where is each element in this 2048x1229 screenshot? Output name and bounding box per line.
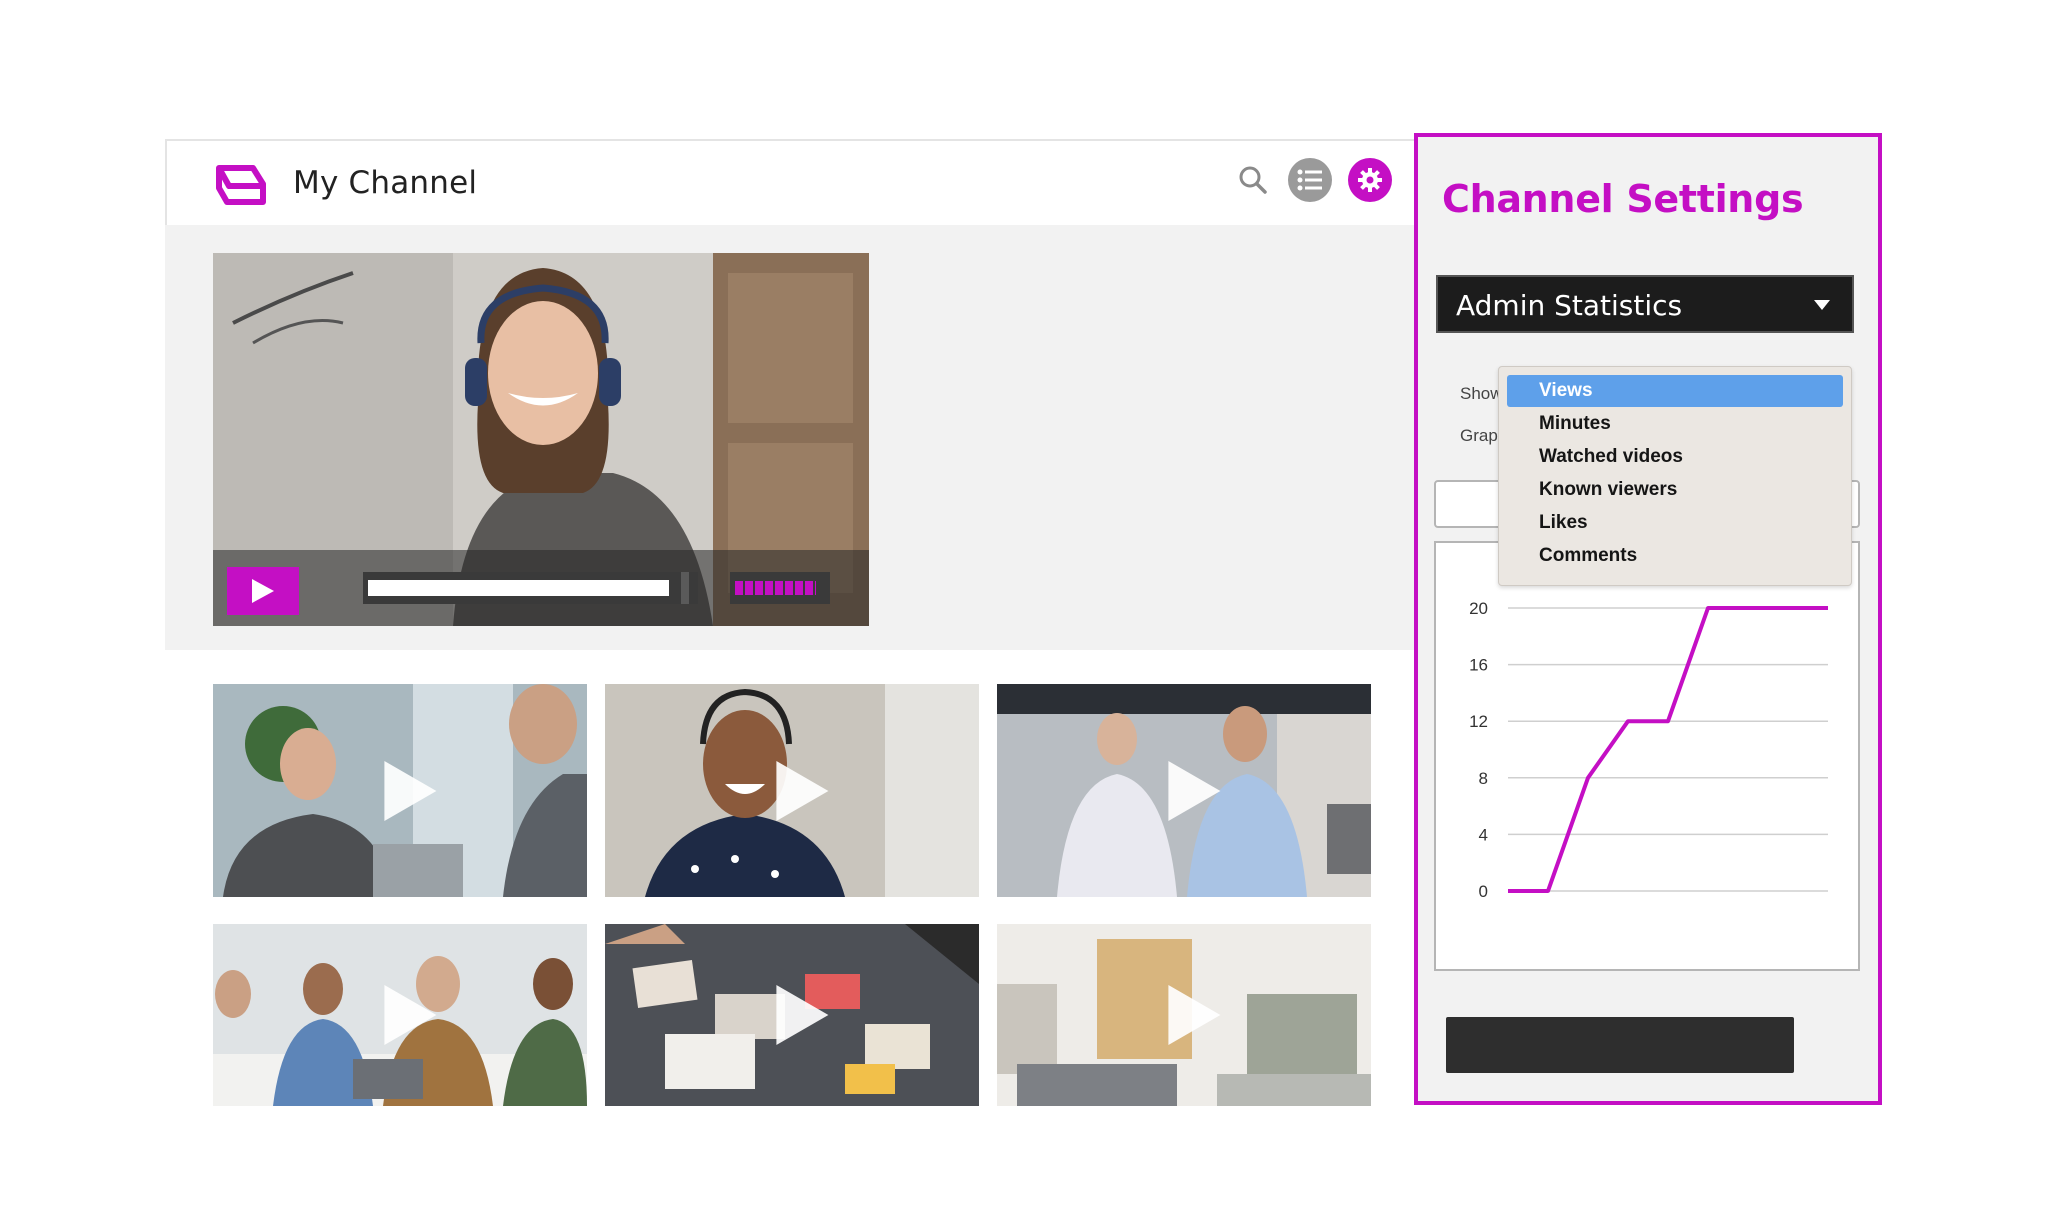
y-tick-label: 16 <box>1469 656 1488 675</box>
graph-label: Graph <box>1460 426 1502 445</box>
play-icon <box>776 760 829 821</box>
metric-dropdown-menu: Views Minutes Watched videos Known viewers L… <box>1498 366 1852 586</box>
video-controls <box>213 550 869 626</box>
channel-title: My Channel <box>293 165 478 201</box>
volume-bar[interactable] <box>730 572 830 604</box>
dropdown-option-comments[interactable]: Comments <box>1507 540 1843 572</box>
video-thumbnail-4[interactable] <box>213 924 587 1106</box>
caret-down-icon <box>1814 300 1830 310</box>
settings-title: Channel Settings <box>1442 177 1804 221</box>
channel-window: My Channel <box>165 139 1415 1106</box>
gear-icon <box>1358 168 1382 192</box>
search-icon <box>1239 166 1267 194</box>
dropdown-option-known-viewers[interactable]: Known viewers <box>1507 474 1843 506</box>
play-icon <box>384 985 437 1045</box>
play-icon <box>252 579 274 603</box>
video-thumbnail-5[interactable] <box>605 924 979 1106</box>
video-thumbnail-6[interactable] <box>997 924 1371 1106</box>
play-button[interactable] <box>227 567 299 615</box>
channel-header: My Channel <box>165 139 1415 225</box>
show-label: Show <box>1460 384 1502 403</box>
statistics-select-value: Admin Statistics <box>1456 289 1683 322</box>
series-line <box>1508 606 1828 893</box>
list-button[interactable] <box>1288 158 1332 202</box>
statistics-chart: 20 16 12 8 4 0 <box>1434 541 1860 971</box>
statistics-select[interactable]: Admin Statistics <box>1436 275 1854 333</box>
chart-canvas: 20 16 12 8 4 0 <box>1469 599 1828 901</box>
play-icon <box>1168 985 1221 1045</box>
dropdown-option-minutes[interactable]: Minutes <box>1507 408 1843 440</box>
progress-fill <box>368 580 669 596</box>
play-icon <box>1168 760 1221 821</box>
logo-icon <box>216 165 266 205</box>
y-tick-label: 8 <box>1479 769 1488 788</box>
featured-area <box>165 225 1415 650</box>
video-thumbnail-1[interactable] <box>213 684 587 897</box>
progress-handle[interactable] <box>681 572 689 604</box>
settings-button[interactable] <box>1348 158 1392 202</box>
play-icon <box>384 760 437 821</box>
y-tick-label: 20 <box>1469 599 1488 618</box>
dropdown-option-views[interactable]: Views <box>1507 375 1843 407</box>
apply-button[interactable] <box>1446 1017 1794 1073</box>
search-button[interactable] <box>1231 158 1275 202</box>
video-thumbnail-3[interactable] <box>997 684 1371 897</box>
play-icon <box>776 985 829 1045</box>
y-tick-label: 0 <box>1479 882 1488 901</box>
video-thumbnail-2[interactable] <box>605 684 979 897</box>
featured-video[interactable] <box>213 253 869 626</box>
volume-fill <box>735 581 816 595</box>
dropdown-option-likes[interactable]: Likes <box>1507 507 1843 539</box>
progress-bar[interactable] <box>363 572 698 604</box>
channel-settings-panel: Channel Settings Admin Statistics Show G… <box>1414 133 1882 1105</box>
y-tick-label: 12 <box>1469 712 1488 731</box>
y-tick-label: 4 <box>1479 825 1488 844</box>
dropdown-option-watched-videos[interactable]: Watched videos <box>1507 441 1843 473</box>
list-icon <box>1297 169 1322 191</box>
